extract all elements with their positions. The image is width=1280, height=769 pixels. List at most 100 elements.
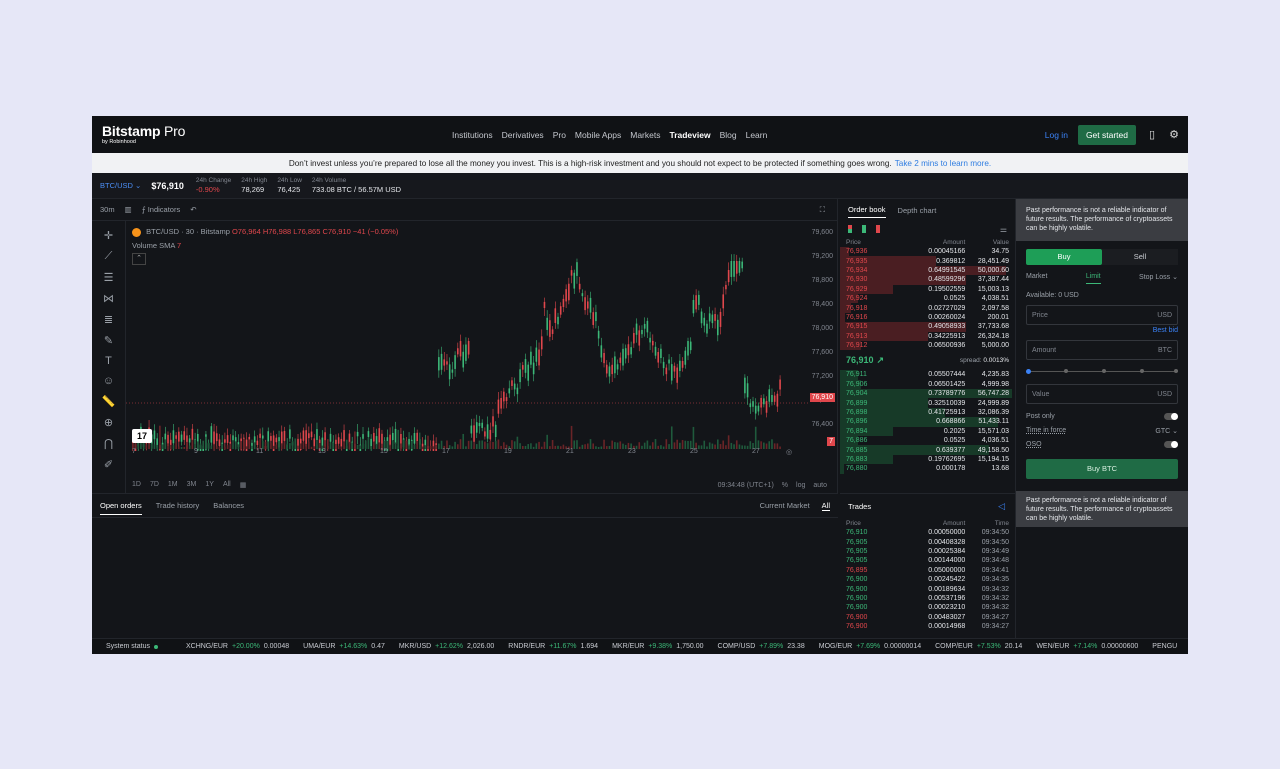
- range-7d[interactable]: 7D: [150, 481, 159, 489]
- learn-more-link[interactable]: Take 2 mins to learn more.: [895, 159, 991, 168]
- ask-row[interactable]: 76,918 0.02727029 2,097.58: [840, 303, 1015, 313]
- tab-trade-history[interactable]: Trade history: [156, 501, 200, 510]
- bid-row[interactable]: 76,880 0.000178 13.68: [840, 464, 1015, 474]
- time-in-force-select[interactable]: GTC ⌄: [1155, 427, 1178, 435]
- calendar-icon[interactable]: ▦: [240, 481, 247, 489]
- ask-row[interactable]: 76,929 0.19502559 15,003.13: [840, 284, 1015, 294]
- ticker-item[interactable]: MKR/USD +12.62% 2,026.00: [399, 643, 494, 650]
- range-1y[interactable]: 1Y: [205, 481, 214, 489]
- view-asks-icon[interactable]: [876, 225, 880, 233]
- pitchfork-icon[interactable]: ⋈: [103, 292, 114, 305]
- candle-type-icon[interactable]: ▥: [125, 205, 132, 214]
- view-bids-icon[interactable]: [862, 225, 866, 233]
- nav-link-mobile-apps[interactable]: Mobile Apps: [575, 130, 621, 140]
- ticker-item[interactable]: MKR/EUR +9.38% 1,750.00: [612, 643, 703, 650]
- best-bid-link[interactable]: Best bid: [1026, 327, 1178, 334]
- brush-icon[interactable]: ✎: [104, 334, 113, 347]
- ticker-item[interactable]: COMP/USD +7.89% 23.38: [718, 643, 805, 650]
- nav-link-blog[interactable]: Blog: [720, 130, 737, 140]
- fib-icon[interactable]: ≣: [104, 313, 113, 326]
- nav-link-learn[interactable]: Learn: [746, 130, 768, 140]
- ruler-icon[interactable]: 📏: [102, 395, 116, 408]
- ticker-item[interactable]: COMP/EUR +7.53% 20.14: [935, 643, 1022, 650]
- range-3m[interactable]: 3M: [187, 481, 197, 489]
- brand-logo[interactable]: Bitstamp Pro by Robinhood: [102, 124, 185, 146]
- amount-slider[interactable]: [1026, 369, 1178, 374]
- interval-selector[interactable]: 30m: [100, 205, 115, 214]
- log-scale-toggle[interactable]: log: [796, 482, 805, 489]
- login-link[interactable]: Log in: [1045, 130, 1068, 140]
- post-only-toggle[interactable]: [1164, 413, 1178, 420]
- collapse-legend-button[interactable]: ⌃: [132, 253, 146, 265]
- filter-current-market[interactable]: Current Market: [760, 501, 810, 511]
- crosshair-icon[interactable]: ✛: [104, 229, 113, 242]
- bid-row[interactable]: 76,886 0.0525 4,036.51: [840, 436, 1015, 446]
- settings-icon[interactable]: ⚌: [1000, 225, 1007, 234]
- fullscreen-icon[interactable]: ⛶: [820, 205, 825, 215]
- ticker-item[interactable]: RNDR/EUR +11.67% 1.694: [508, 643, 598, 650]
- bid-row[interactable]: 76,911 0.05507444 4,235.83: [840, 370, 1015, 380]
- ask-row[interactable]: 76,936 0.00045166 34.75: [840, 247, 1015, 257]
- ask-row[interactable]: 76,913 0.34225913 26,324.18: [840, 331, 1015, 341]
- ticker-item[interactable]: XCHNG/EUR +20.00% 0.00048: [186, 643, 289, 650]
- nav-link-derivatives[interactable]: Derivatives: [502, 130, 544, 140]
- tab-stop-loss[interactable]: Stop Loss ⌄: [1139, 273, 1178, 284]
- ask-row[interactable]: 76,930 0.48599296 37,387.44: [840, 275, 1015, 285]
- bid-row[interactable]: 76,898 0.41725913 32,086.39: [840, 407, 1015, 418]
- range-all[interactable]: All: [223, 481, 231, 489]
- tab-depth-chart[interactable]: Depth chart: [898, 206, 937, 215]
- ask-row[interactable]: 76,915 0.49058933 37,733.68: [840, 322, 1015, 332]
- ticker-item[interactable]: WEN/EUR +7.14% 0.00000600: [1036, 643, 1138, 650]
- bid-row[interactable]: 76,883 0.19762695 15,194.15: [840, 454, 1015, 465]
- emoji-icon[interactable]: ☺: [103, 375, 114, 387]
- zoom-icon[interactable]: ⊕: [104, 416, 113, 429]
- bid-row[interactable]: 76,894 0.2025 15,571.03: [840, 426, 1015, 437]
- ask-row[interactable]: 76,916 0.00260024 200.01: [840, 312, 1015, 323]
- range-1d[interactable]: 1D: [132, 481, 141, 489]
- nav-link-pro[interactable]: Pro: [553, 130, 566, 140]
- mobile-icon[interactable]: ▯: [1146, 129, 1158, 141]
- pair-selector[interactable]: BTC/USD ⌄: [100, 181, 141, 190]
- ticker-item[interactable]: UMA/EUR +14.63% 0.47: [303, 643, 385, 650]
- ask-row[interactable]: 76,934 0.64991545 50,000.60: [840, 265, 1015, 276]
- bid-row[interactable]: 76,896 0.668866 51,433.11: [840, 417, 1015, 427]
- tab-market[interactable]: Market: [1026, 273, 1047, 284]
- range-1m[interactable]: 1M: [168, 481, 178, 489]
- nav-link-institutions[interactable]: Institutions: [452, 130, 493, 140]
- text-icon[interactable]: T: [105, 355, 112, 367]
- collapse-panel-icon[interactable]: ◁: [998, 501, 1005, 512]
- value-field[interactable]: Value USD: [1026, 384, 1178, 404]
- ask-row[interactable]: 76,912 0.06500936 5,000.00: [840, 340, 1015, 351]
- nav-link-markets[interactable]: Markets: [630, 130, 660, 140]
- settings-sliders-icon[interactable]: ⚙: [1168, 129, 1180, 141]
- tradingview-logo[interactable]: 17: [132, 429, 152, 443]
- ticker-item[interactable]: MOG/EUR +7.69% 0.00000014: [819, 643, 921, 650]
- goto-realtime-icon[interactable]: ◎: [786, 448, 792, 456]
- bid-row[interactable]: 76,904 0.73789776 56,747.28: [840, 389, 1015, 399]
- lock-drawing-icon[interactable]: ✐: [104, 458, 113, 471]
- tab-balances[interactable]: Balances: [213, 501, 244, 510]
- filter-all[interactable]: All: [821, 501, 830, 511]
- bid-row[interactable]: 76,885 0.639377 49,158.50: [840, 445, 1015, 455]
- buy-btc-button[interactable]: Buy BTC: [1026, 459, 1178, 479]
- tab-limit[interactable]: Limit: [1085, 273, 1101, 284]
- amount-field[interactable]: Amount BTC: [1026, 340, 1178, 360]
- bid-row[interactable]: 76,899 0.32510039 24,999.89: [840, 398, 1015, 408]
- get-started-button[interactable]: Get started: [1077, 124, 1136, 145]
- horizontal-lines-icon[interactable]: ☰: [104, 271, 114, 284]
- candlestick-chart[interactable]: [126, 221, 808, 451]
- ask-row[interactable]: 76,924 0.0525 4,038.51: [840, 293, 1015, 304]
- undo-icon[interactable]: ↶: [190, 205, 196, 214]
- view-both-icon[interactable]: [848, 225, 852, 233]
- auto-scale-toggle[interactable]: auto: [813, 482, 827, 489]
- nav-link-tradeview[interactable]: Tradeview: [669, 130, 710, 140]
- percent-scale-toggle[interactable]: %: [782, 482, 788, 489]
- price-field[interactable]: Price USD: [1026, 305, 1178, 325]
- trend-line-icon[interactable]: ⟋: [105, 250, 113, 263]
- tab-order-book[interactable]: Order book: [848, 205, 886, 218]
- sell-tab[interactable]: Sell: [1102, 249, 1178, 265]
- bid-row[interactable]: 76,906 0.06501425 4,999.98: [840, 379, 1015, 390]
- ticker-item[interactable]: PENGU: [1152, 643, 1185, 650]
- oso-toggle[interactable]: [1164, 441, 1178, 448]
- ask-row[interactable]: 76,935 0.369812 28,451.49: [840, 256, 1015, 266]
